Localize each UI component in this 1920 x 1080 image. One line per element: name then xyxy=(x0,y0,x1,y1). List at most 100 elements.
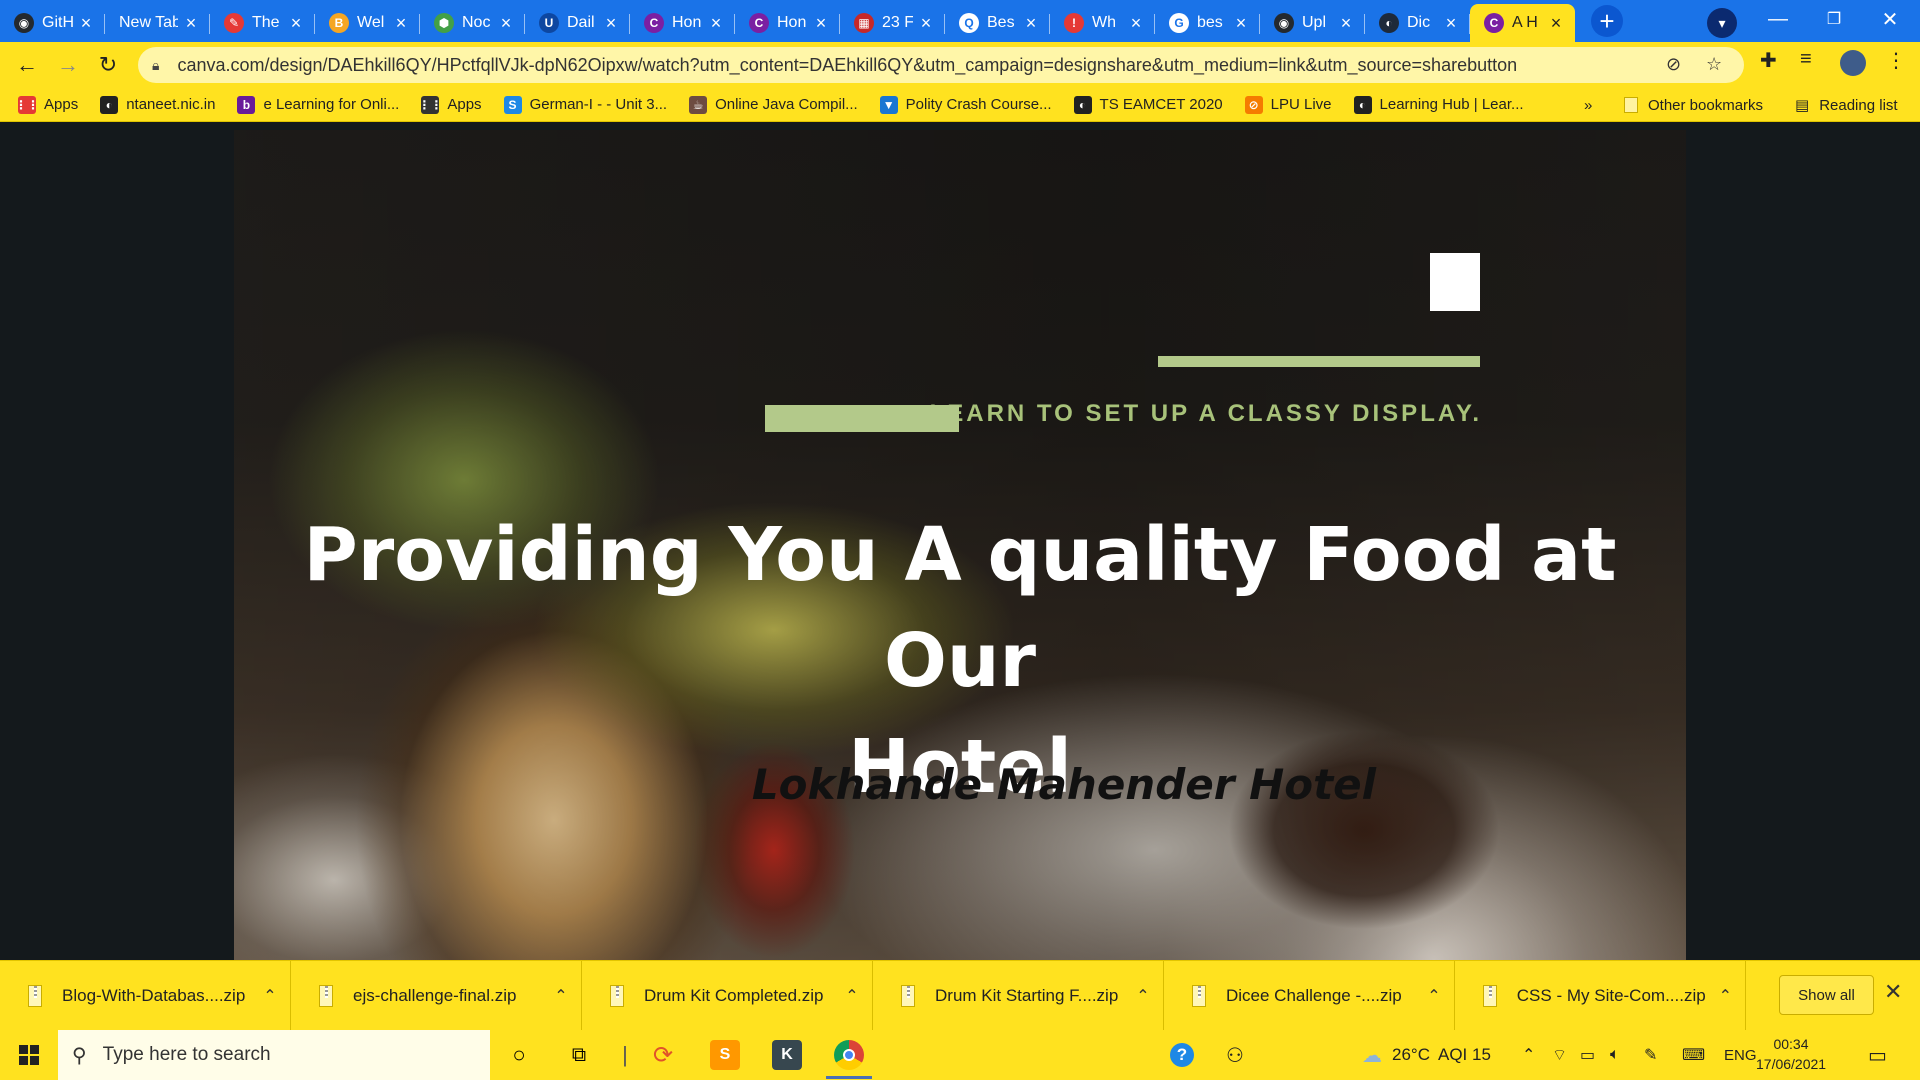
tab-close-icon[interactable]: × xyxy=(77,14,95,32)
sublime-text-icon[interactable]: S xyxy=(706,1036,744,1074)
browser-tab[interactable]: ✎ The × xyxy=(210,4,315,42)
pinned-app-dark-icon[interactable]: K xyxy=(768,1036,806,1074)
tab-search-button[interactable]: ▾ xyxy=(1707,8,1737,38)
cortana-icon[interactable]: ○ xyxy=(500,1036,538,1074)
pinned-app-icon[interactable]: | xyxy=(606,1036,644,1074)
browser-tab[interactable]: ◉ Upl × xyxy=(1260,4,1365,42)
close-shelf-icon[interactable]: ✕ xyxy=(1884,979,1902,1005)
tab-close-icon[interactable]: × xyxy=(602,14,620,32)
address-bar[interactable]: 🔒︎ canva.com/design/DAEhkill6QY/HPctfqll… xyxy=(138,47,1744,83)
language-indicator[interactable]: ENG xyxy=(1724,1030,1757,1080)
tab-close-icon[interactable]: × xyxy=(182,14,200,32)
forward-button[interactable]: → xyxy=(48,45,88,85)
download-item[interactable]: Dicee Challenge -....zip ⌃ xyxy=(1164,960,1455,1031)
downloads-shelf: Blog-With-Databas....zip ⌃ ejs-challenge-f… xyxy=(0,960,1920,1031)
bookmark-item[interactable]: ☕ Online Java Compil... xyxy=(689,95,858,114)
volume-icon[interactable]: 🔈︎ xyxy=(1610,1030,1620,1080)
browser-tab[interactable]: ! Wh × xyxy=(1050,4,1155,42)
taskbar-search[interactable]: ⚲ Type here to search xyxy=(58,1030,490,1080)
tab-close-icon[interactable]: × xyxy=(1127,14,1145,32)
close-window-button[interactable]: ✕ xyxy=(1862,0,1918,38)
bookmark-item[interactable]: ▼ Polity Crash Course... xyxy=(879,95,1052,114)
menu-icon[interactable]: ⋮ xyxy=(1886,48,1906,73)
restore-button[interactable]: ❐ xyxy=(1806,0,1862,38)
browser-tab[interactable]: ◐ Dic × xyxy=(1365,4,1470,42)
bookmark-star-icon[interactable]: ☆ xyxy=(1706,54,1722,75)
download-options-icon[interactable]: ⌃ xyxy=(541,986,581,1006)
download-options-icon[interactable]: ⌃ xyxy=(1706,986,1745,1006)
download-options-icon[interactable]: ⌃ xyxy=(1414,986,1454,1006)
weather-cloud-icon: ☁ xyxy=(1362,1044,1382,1067)
bookmark-label: e Learning for Onli... xyxy=(263,96,400,113)
browser-tab[interactable]: C Hon × xyxy=(630,4,735,42)
bookmark-item[interactable]: b e Learning for Onli... xyxy=(237,95,400,114)
minimize-button[interactable]: — xyxy=(1750,0,1806,38)
wifi-icon[interactable]: ⌔ xyxy=(1552,1030,1567,1080)
tab-title: Noc xyxy=(462,14,491,31)
browser-tab[interactable]: ◉ GitHub× xyxy=(0,4,105,42)
tab-close-icon[interactable]: × xyxy=(1547,14,1565,32)
notifications-icon[interactable]: ▭ xyxy=(1868,1030,1887,1080)
bookmark-item[interactable]: ◐ TS EAMCET 2020 xyxy=(1073,95,1223,114)
download-options-icon[interactable]: ⌃ xyxy=(832,986,872,1006)
chrome-icon[interactable] xyxy=(830,1036,868,1074)
profile-avatar[interactable] xyxy=(1840,50,1866,76)
bookmark-item[interactable]: ⋮⋮ Apps xyxy=(15,95,78,114)
tab-close-icon[interactable]: × xyxy=(812,14,830,32)
bookmark-item[interactable]: ⋮⋮ Apps xyxy=(418,95,482,114)
task-view-icon[interactable]: ⧉ xyxy=(560,1036,598,1074)
weather-widget[interactable]: ☁ 26°C AQI 15 xyxy=(1362,1030,1491,1080)
download-item[interactable]: Blog-With-Databas....zip ⌃ xyxy=(0,960,291,1031)
browser-tab[interactable]: ⬢ Noc × xyxy=(420,4,525,42)
download-options-icon[interactable]: ⌃ xyxy=(1123,986,1163,1006)
browser-tab[interactable]: C A H × xyxy=(1470,4,1575,42)
bookmark-item[interactable]: ⊘ LPU Live xyxy=(1244,95,1332,114)
browser-tab[interactable]: Q Bes × xyxy=(945,4,1050,42)
tab-close-icon[interactable]: × xyxy=(1442,14,1460,32)
reload-button[interactable]: ↻ xyxy=(88,45,128,85)
browser-tab[interactable]: ▦ 23 F × xyxy=(840,4,945,42)
download-item[interactable]: Drum Kit Starting F....zip ⌃ xyxy=(873,960,1164,1031)
bookmark-item[interactable]: ◐ Learning Hub | Lear... xyxy=(1353,95,1524,114)
translate-icon[interactable]: ⊘ xyxy=(1666,54,1681,75)
tab-close-icon[interactable]: × xyxy=(1337,14,1355,32)
download-item[interactable]: ejs-challenge-final.zip ⌃ xyxy=(291,960,582,1031)
media-control-icon[interactable]: ≡ xyxy=(1800,48,1812,71)
tab-close-icon[interactable]: × xyxy=(392,14,410,32)
tab-close-icon[interactable]: × xyxy=(707,14,725,32)
tab-close-icon[interactable]: × xyxy=(917,14,935,32)
extensions-icon[interactable]: ✚ xyxy=(1760,48,1777,73)
download-filename: Blog-With-Databas....zip xyxy=(62,985,246,1005)
keyboard-icon[interactable]: ⌨ xyxy=(1682,1030,1705,1080)
download-item[interactable]: CSS - My Site-Com....zip ⌃ xyxy=(1455,960,1746,1031)
browser-tab[interactable]: B Wel × xyxy=(315,4,420,42)
back-button[interactable]: ← xyxy=(7,45,47,85)
url-text[interactable]: canva.com/design/DAEhkill6QY/HPctfqllVJk… xyxy=(177,55,1677,76)
taskbar-clock[interactable]: 00:34 17/06/2021 xyxy=(1756,1034,1826,1074)
battery-icon[interactable]: ▭ xyxy=(1580,1030,1595,1080)
reading-list[interactable]: ▤ Reading list xyxy=(1795,88,1898,122)
download-item[interactable]: Drum Kit Completed.zip ⌃ xyxy=(582,960,873,1031)
pinned-app-orange-icon[interactable]: ⟳ xyxy=(644,1036,682,1074)
show-hidden-icons-icon[interactable]: ⌃ xyxy=(1522,1030,1535,1080)
bookmark-item[interactable]: S German-I - - Unit 3... xyxy=(503,95,667,114)
browser-tab[interactable]: Gbes × xyxy=(1155,4,1260,42)
people-icon[interactable]: ⚇ xyxy=(1226,1030,1244,1080)
help-icon[interactable]: ? xyxy=(1170,1030,1194,1080)
presentation-slide[interactable]: LEARN TO SET UP A CLASSY DISPLAY. Provid… xyxy=(234,130,1686,960)
tab-close-icon[interactable]: × xyxy=(1232,14,1250,32)
pen-icon[interactable]: ✎ xyxy=(1644,1030,1657,1080)
start-button[interactable] xyxy=(0,1030,58,1080)
bookmark-item[interactable]: ◐ ntaneet.nic.in xyxy=(100,95,215,114)
browser-tab[interactable]: U Dail × xyxy=(525,4,630,42)
browser-tab[interactable]: New Tab × xyxy=(105,4,210,42)
other-bookmarks[interactable]: Other bookmarks xyxy=(1624,88,1763,122)
show-all-button[interactable]: Show all xyxy=(1779,975,1874,1015)
new-tab-button[interactable]: + xyxy=(1591,5,1623,37)
browser-tab[interactable]: C Hon × xyxy=(735,4,840,42)
tab-close-icon[interactable]: × xyxy=(1022,14,1040,32)
download-options-icon[interactable]: ⌃ xyxy=(250,986,290,1006)
bookmarks-overflow-button[interactable]: » xyxy=(1584,88,1592,122)
tab-close-icon[interactable]: × xyxy=(497,14,515,32)
tab-close-icon[interactable]: × xyxy=(287,14,305,32)
